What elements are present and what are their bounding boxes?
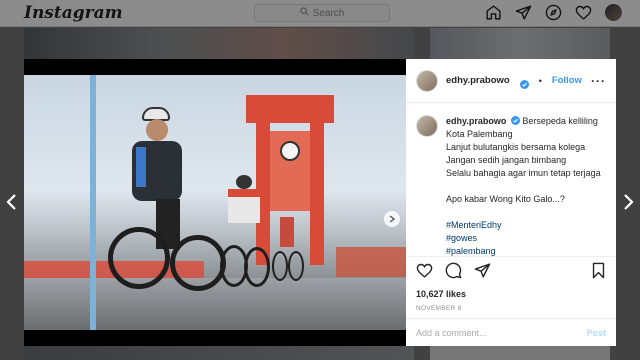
post-comment-button[interactable]: Post: [586, 328, 606, 338]
bookmark-icon[interactable]: [591, 262, 606, 284]
caption-line: Apo kabar Wong Kito Galo...?: [446, 194, 565, 204]
caption-line: Selalu bahagia agar imun tetap terjaga: [446, 168, 601, 178]
caption: edhy.prabowo Bersepeda kelliling Kota Pa…: [446, 115, 601, 256]
cyclist: [108, 107, 226, 317]
caption-line: Bersepeda kelliling: [522, 116, 598, 126]
hashtag-link[interactable]: #palembang: [446, 245, 601, 256]
caption-blank-line: [446, 180, 601, 193]
bridge-railing: [336, 247, 406, 277]
comment-input[interactable]: [416, 327, 587, 338]
chevron-right-icon: [389, 210, 396, 228]
carousel-next-button[interactable]: [384, 211, 400, 227]
like-heart-icon[interactable]: [416, 262, 433, 284]
caption-username[interactable]: edhy.prabowo: [446, 116, 506, 126]
caption-line: Kota Palembang: [446, 129, 513, 139]
hashtag-link[interactable]: #MenteriEdhy: [446, 219, 601, 232]
cyclist: [220, 175, 270, 291]
post-photo[interactable]: [24, 59, 406, 346]
comment-icon[interactable]: [445, 262, 462, 284]
caption-line: Jangan sedih jangan bimbang: [446, 155, 567, 165]
avatar[interactable]: [416, 115, 438, 137]
previous-post-arrow[interactable]: [5, 193, 17, 215]
post-modal: edhy.prabowo • Follow ··· edhy.prabowo B…: [24, 59, 616, 346]
cyclist: [272, 217, 304, 287]
caption-blank-line: [446, 206, 601, 219]
likes-count[interactable]: 10,627 likes: [416, 289, 606, 299]
follow-button[interactable]: Follow: [552, 75, 582, 86]
post-sidebar: edhy.prabowo • Follow ··· edhy.prabowo B…: [406, 59, 616, 346]
share-icon[interactable]: [474, 262, 491, 284]
separator-dot: •: [538, 75, 542, 86]
hashtag-link[interactable]: #gowes: [446, 232, 601, 245]
username-link[interactable]: edhy.prabowo: [446, 75, 510, 86]
verified-badge-icon: [510, 116, 520, 125]
clock-icon: [280, 141, 300, 161]
more-options-icon[interactable]: ···: [591, 74, 606, 88]
light-pole: [90, 75, 96, 330]
avatar[interactable]: [416, 69, 438, 92]
post-actions: 10,627 likes NOVEMBER 8: [406, 256, 616, 318]
caption-line: Lanjut bulutangkis bersama kolega: [446, 142, 586, 152]
caption-area: edhy.prabowo Bersepeda kelliling Kota Pa…: [406, 103, 616, 256]
comment-form: Post: [406, 318, 616, 346]
post-date: NOVEMBER 8: [416, 305, 462, 312]
verified-badge-icon: [519, 76, 529, 89]
next-post-arrow[interactable]: [623, 193, 635, 215]
photo-image: [24, 75, 406, 330]
post-header: edhy.prabowo • Follow ···: [406, 59, 616, 103]
